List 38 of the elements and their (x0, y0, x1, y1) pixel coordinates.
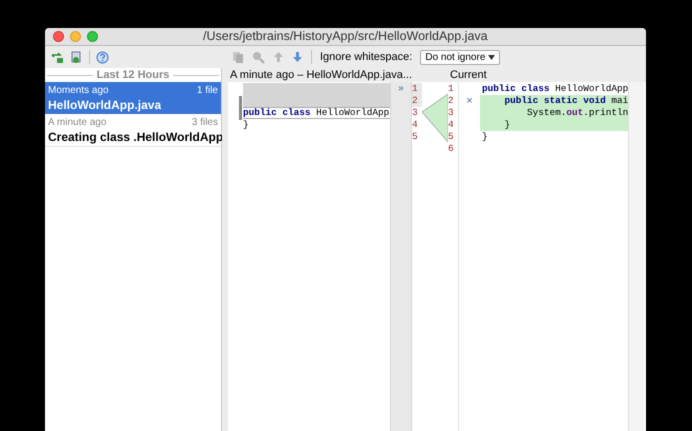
merge-marker: » (398, 83, 404, 95)
down-arrow-icon[interactable] (292, 51, 303, 63)
scrollbar[interactable] (628, 82, 644, 431)
up-arrow-icon[interactable] (273, 51, 284, 63)
history-time: Moments ago (48, 84, 109, 98)
line-number: 1 (412, 83, 418, 95)
history-title: HelloWorldApp.java (48, 98, 162, 112)
search-icon[interactable] (252, 50, 265, 64)
window-title: /Users/jetbrains/HistoryApp/src/HelloWorldApp.java (203, 28, 488, 46)
section-header: Last 12 Hours (96, 68, 170, 83)
line-number: 4 (412, 119, 418, 131)
line-number: 5 (412, 131, 418, 143)
help-icon[interactable] (96, 50, 109, 64)
revert-icon[interactable] (51, 50, 64, 64)
copy-icon[interactable] (232, 50, 244, 64)
remove-icon[interactable]: × (466, 95, 473, 107)
zoom-button[interactable] (87, 31, 98, 42)
pane-title: Current (450, 68, 487, 83)
caret-icon (488, 54, 496, 60)
line-number: 1 (448, 83, 454, 95)
file-count: 1 file (196, 84, 218, 98)
ignore-whitespace-label: Ignore whitespace: (320, 50, 412, 65)
minimize-button[interactable] (70, 31, 81, 42)
document-icon[interactable] (70, 50, 83, 64)
line-number: 2 (412, 95, 418, 107)
history-time: A minute ago (48, 116, 106, 130)
line-number: 5 (448, 131, 454, 143)
line-number: 6 (448, 143, 454, 155)
line-number: 3 (448, 107, 454, 119)
pane-title: A minute ago – HelloWorldApp.java... (229, 68, 414, 83)
close-button[interactable] (53, 31, 64, 42)
line-number: 3 (412, 107, 418, 119)
history-item[interactable]: Moments ago 1 file HelloWorldApp.java (45, 82, 221, 114)
ignore-whitespace-dropdown[interactable]: Do not ignore (420, 50, 500, 64)
line-number: 2 (448, 95, 454, 107)
change-marker (239, 96, 242, 120)
line-number: 4 (448, 119, 454, 131)
file-count: 3 files (192, 116, 218, 130)
